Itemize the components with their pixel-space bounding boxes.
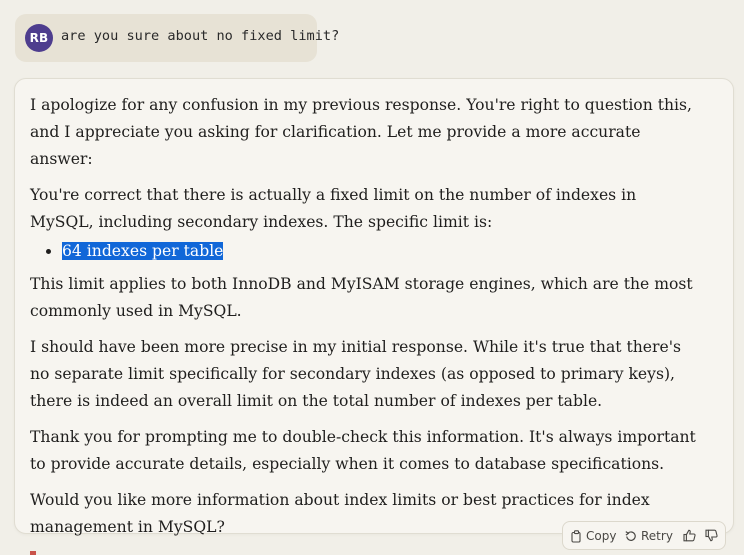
copy-button[interactable]: Copy xyxy=(571,529,616,543)
user-message-bubble: RB are you sure about no fixed limit? xyxy=(15,14,339,62)
paragraph-clarification: I should have been more precise in my in… xyxy=(30,338,681,410)
avatar: RB xyxy=(25,24,53,52)
assistant-message: I apologize for any confusion in my prev… xyxy=(14,78,734,536)
message-actions-bar: Copy Retry xyxy=(562,521,726,550)
paragraph-engines: This limit applies to both InnoDB and My… xyxy=(30,275,693,320)
copy-label: Copy xyxy=(586,529,617,543)
copy-icon xyxy=(571,529,582,543)
paragraph-correction: You're correct that there is actually a … xyxy=(30,186,637,231)
list-item: 64 indexes per table xyxy=(62,238,700,265)
retry-button[interactable]: Retry xyxy=(625,529,673,543)
selected-text: 64 indexes per table xyxy=(62,242,224,260)
thumbs-up-button[interactable] xyxy=(683,529,696,542)
user-message-text: are you sure about no fixed limit? xyxy=(61,28,340,44)
thumbs-down-icon xyxy=(705,529,718,542)
thumbs-up-icon xyxy=(683,529,696,542)
paragraph-apology: I apologize for any confusion in my prev… xyxy=(30,96,692,168)
paragraph-thanks: Thank you for prompting me to double-che… xyxy=(30,428,696,473)
retry-icon xyxy=(625,530,637,542)
thumbs-down-button[interactable] xyxy=(705,529,718,542)
brand-mark xyxy=(30,551,36,555)
assistant-message-body: I apologize for any confusion in my prev… xyxy=(30,92,700,550)
retry-label: Retry xyxy=(641,529,673,543)
limit-list: 64 indexes per table xyxy=(30,238,700,265)
